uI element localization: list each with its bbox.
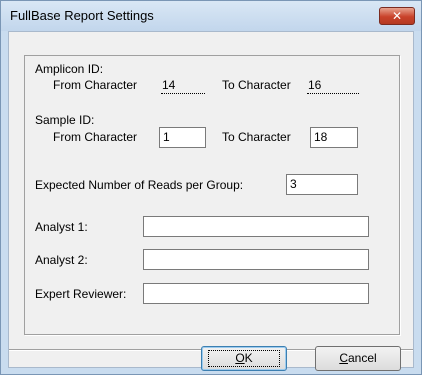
amplicon-to-value: 16 bbox=[307, 78, 359, 94]
settings-group: Amplicon ID: From Character 14 To Charac… bbox=[24, 55, 400, 335]
title-bar[interactable]: FullBase Report Settings ✕ bbox=[1, 1, 421, 31]
close-icon: ✕ bbox=[391, 9, 403, 23]
ok-button[interactable]: OK bbox=[201, 346, 287, 371]
sample-id-heading: Sample ID: bbox=[35, 113, 95, 127]
cancel-accelerator: C bbox=[339, 351, 348, 365]
amplicon-from-value: 14 bbox=[161, 78, 205, 94]
amplicon-id-heading: Amplicon ID: bbox=[35, 62, 104, 76]
reviewer-label: Expert Reviewer: bbox=[35, 287, 127, 301]
analyst1-label: Analyst 1: bbox=[35, 220, 88, 234]
dialog-window: FullBase Report Settings ✕ Amplicon ID: … bbox=[0, 0, 422, 375]
cancel-button[interactable]: Cancel bbox=[315, 346, 401, 371]
sample-to-input[interactable]: 18 bbox=[310, 127, 358, 148]
cancel-label-rest: ancel bbox=[347, 351, 377, 365]
reads-input[interactable]: 3 bbox=[286, 174, 358, 195]
sample-from-label: From Character bbox=[53, 130, 138, 144]
analyst2-label: Analyst 2: bbox=[35, 253, 88, 267]
sample-to-label: To Character bbox=[222, 130, 291, 144]
ok-label-rest: K bbox=[244, 351, 253, 365]
window-title: FullBase Report Settings bbox=[10, 8, 154, 23]
reviewer-input[interactable] bbox=[143, 283, 369, 304]
sample-from-input[interactable]: 1 bbox=[159, 127, 206, 148]
analyst2-input[interactable] bbox=[143, 249, 369, 270]
reads-label: Expected Number of Reads per Group: bbox=[35, 178, 244, 192]
ok-accelerator: O bbox=[235, 351, 245, 365]
close-button[interactable]: ✕ bbox=[379, 7, 415, 25]
ok-button-focus: OK bbox=[208, 350, 280, 367]
dialog-client-area: Amplicon ID: From Character 14 To Charac… bbox=[8, 31, 414, 371]
amplicon-to-label: To Character bbox=[222, 78, 291, 92]
analyst1-input[interactable] bbox=[143, 216, 369, 237]
amplicon-from-label: From Character bbox=[53, 78, 138, 92]
